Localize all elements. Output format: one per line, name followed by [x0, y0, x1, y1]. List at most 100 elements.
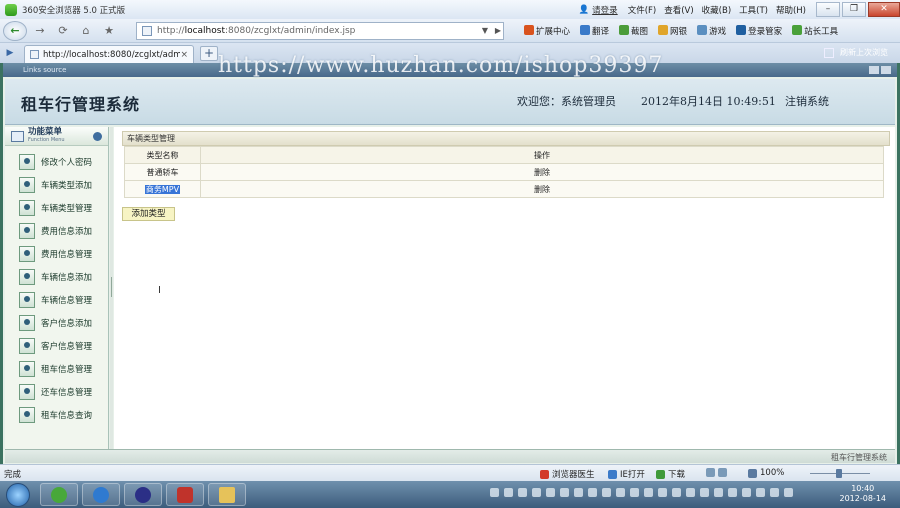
table-row: 普通轿车 删除 [124, 163, 884, 181]
windows-taskbar: 10:40 2012-08-14 [0, 481, 900, 508]
browser-title: 360安全浏览器 5.0 正式版 [22, 5, 126, 16]
sidebar-item-label: 费用信息添加 [41, 226, 93, 237]
sidebar-item[interactable]: 车辆信息添加 [5, 265, 108, 288]
strip-min-icon[interactable] [869, 66, 879, 74]
login-link[interactable]: 👤 请登录 [579, 4, 618, 16]
status-tool-icons[interactable] [706, 468, 727, 477]
function-menu-header: 功能菜单 Function Menu [5, 127, 108, 146]
address-dropdown-icon[interactable]: ▼ [482, 26, 488, 35]
menu-icon [11, 130, 24, 142]
watermark: https://www.huzhan.com/ishop39397 [218, 53, 664, 78]
sidebar-item[interactable]: 车辆信息管理 [5, 288, 108, 311]
user-icon: 👤 [578, 4, 590, 15]
sidebar-item[interactable]: 车辆类型添加 [5, 173, 108, 196]
menu-item-icon [19, 360, 35, 377]
vehicle-type-table: 类型名称 操作 普通轿车 删除 商务MPV 删除 [124, 146, 884, 198]
web-app-frame: Links source 租车行管理系统 欢迎您：系统管理员 2012年8月14… [0, 63, 900, 464]
taskbar-app-folder[interactable] [208, 483, 246, 506]
go-icon[interactable]: ▶ [495, 26, 501, 35]
tool-translate[interactable]: 翻译 [580, 25, 609, 37]
tab-close-icon[interactable]: × [180, 50, 188, 60]
vehicle-type-panel: 车辆类型管理 类型名称 操作 普通轿车 删除 商务MPV 删除 [122, 131, 890, 198]
collapse-icon[interactable] [93, 132, 102, 141]
strip-close-icon[interactable] [881, 66, 891, 74]
sidebar-item[interactable]: 还车信息管理 [5, 380, 108, 403]
favorite-star-icon[interactable]: ★ [99, 22, 119, 40]
sidebar-item-label: 车辆信息添加 [41, 272, 93, 283]
tool-screenshot[interactable]: 截图 [619, 25, 648, 37]
restore-last-session[interactable]: 刷新上次浏览 [824, 47, 888, 58]
delete-link[interactable]: 删除 [534, 185, 550, 194]
tool-game[interactable]: 游戏 [697, 25, 726, 37]
open-in-ie[interactable]: IE打开 [608, 468, 645, 480]
tool-webmaster[interactable]: 站长工具 [792, 25, 838, 37]
maximize-button[interactable]: ❐ [842, 2, 866, 17]
sidebar-item[interactable]: 修改个人密码 [5, 150, 108, 173]
function-menu: 功能菜单 Function Menu 修改个人密码 车辆类型添加 车辆类型管理费用信息… [5, 127, 109, 449]
menu-item-icon [19, 268, 35, 285]
sidebar-item[interactable]: 客户信息管理 [5, 334, 108, 357]
minimize-button[interactable]: – [816, 2, 840, 17]
menu-item-icon [19, 245, 35, 262]
menu-item-icon [19, 176, 35, 193]
back-button[interactable]: ← [3, 20, 27, 41]
sidebar-item[interactable]: 车辆类型管理 [5, 196, 108, 219]
app-header: 租车行管理系统 欢迎您：系统管理员 2012年8月14日 10:49:51 注销… [5, 79, 895, 125]
menu-help[interactable]: 帮助(H) [776, 4, 806, 16]
taskbar-app-eclipse[interactable] [124, 483, 162, 506]
browser-doctor[interactable]: 浏览器医生 [540, 468, 595, 480]
footer-label: 租车行管理系统 [831, 453, 887, 462]
address-url: http://localhost:8080/zcglxt/admin/index… [157, 26, 356, 36]
logout-link[interactable]: 注销系统 [785, 93, 829, 109]
zoom-slider-handle[interactable] [836, 469, 842, 478]
system-clock[interactable]: 10:40 2012-08-14 [840, 484, 887, 504]
sidebar-item-label: 客户信息添加 [41, 318, 93, 329]
sidebar-item[interactable]: 租车信息管理 [5, 357, 108, 380]
menu-file[interactable]: 文件(F) [628, 4, 657, 16]
taskbar-app-360-browser[interactable] [40, 483, 78, 506]
type-name-cell: 普通轿车 [124, 163, 201, 181]
text-cursor-icon: I [158, 285, 161, 296]
address-bar[interactable]: http://localhost:8080/zcglxt/admin/index… [136, 22, 504, 40]
menu-item-icon [19, 383, 35, 400]
tool-bank[interactable]: 网银 [658, 25, 687, 37]
taskbar-app-toolbox[interactable] [166, 483, 204, 506]
sidebar-item-label: 租车信息管理 [41, 364, 93, 375]
sidebar-item[interactable]: 费用信息管理 [5, 242, 108, 265]
sidebar-item-label: 车辆信息管理 [41, 295, 93, 306]
sidebar-splitter[interactable] [110, 127, 113, 449]
refresh-icon[interactable]: ⟳ [53, 22, 73, 40]
menu-view[interactable]: 查看(V) [664, 4, 693, 16]
sidebar-item[interactable]: 客户信息添加 [5, 311, 108, 334]
app-footer: 租车行管理系统 [5, 449, 895, 463]
page-favicon [142, 26, 152, 36]
forward-button[interactable]: → [30, 22, 50, 40]
system-tray[interactable] [490, 488, 793, 497]
welcome-text: 欢迎您：系统管理员 [517, 95, 616, 108]
close-button[interactable]: ✕ [868, 2, 900, 17]
status-text: 完成 [4, 470, 22, 480]
app-title: 租车行管理系统 [21, 95, 141, 114]
downloads[interactable]: 下载 [656, 468, 685, 480]
tool-extension[interactable]: 扩展中心 [524, 25, 570, 37]
type-name-cell: 商务MPV [124, 180, 201, 198]
start-button[interactable] [6, 483, 30, 507]
menu-item-icon [19, 153, 35, 170]
new-tab-button[interactable]: + [200, 46, 218, 61]
sidebar-item[interactable]: 费用信息添加 [5, 219, 108, 242]
sidebar-toggle-icon[interactable]: ▶ [0, 43, 20, 63]
menu-tools[interactable]: 工具(T) [739, 4, 768, 16]
add-type-button[interactable]: 添加类型 [122, 207, 175, 221]
menu-item-icon [19, 314, 35, 331]
zoom-level[interactable]: 100% [748, 468, 784, 478]
column-header-action: 操作 [200, 146, 884, 164]
sidebar-item-label: 费用信息管理 [41, 249, 93, 260]
taskbar-app-ie[interactable] [82, 483, 120, 506]
sidebar-item[interactable]: 租车信息查询 [5, 403, 108, 426]
menu-favorites[interactable]: 收藏(B) [702, 4, 731, 16]
home-icon[interactable]: ⌂ [76, 22, 96, 40]
panel-title: 车辆类型管理 [122, 131, 890, 146]
tab-admin-index[interactable]: http://localhost:8080/zcglxt/admi... × [24, 45, 194, 63]
delete-link[interactable]: 删除 [534, 168, 550, 177]
tool-login-manager[interactable]: 登录管家 [736, 25, 782, 37]
